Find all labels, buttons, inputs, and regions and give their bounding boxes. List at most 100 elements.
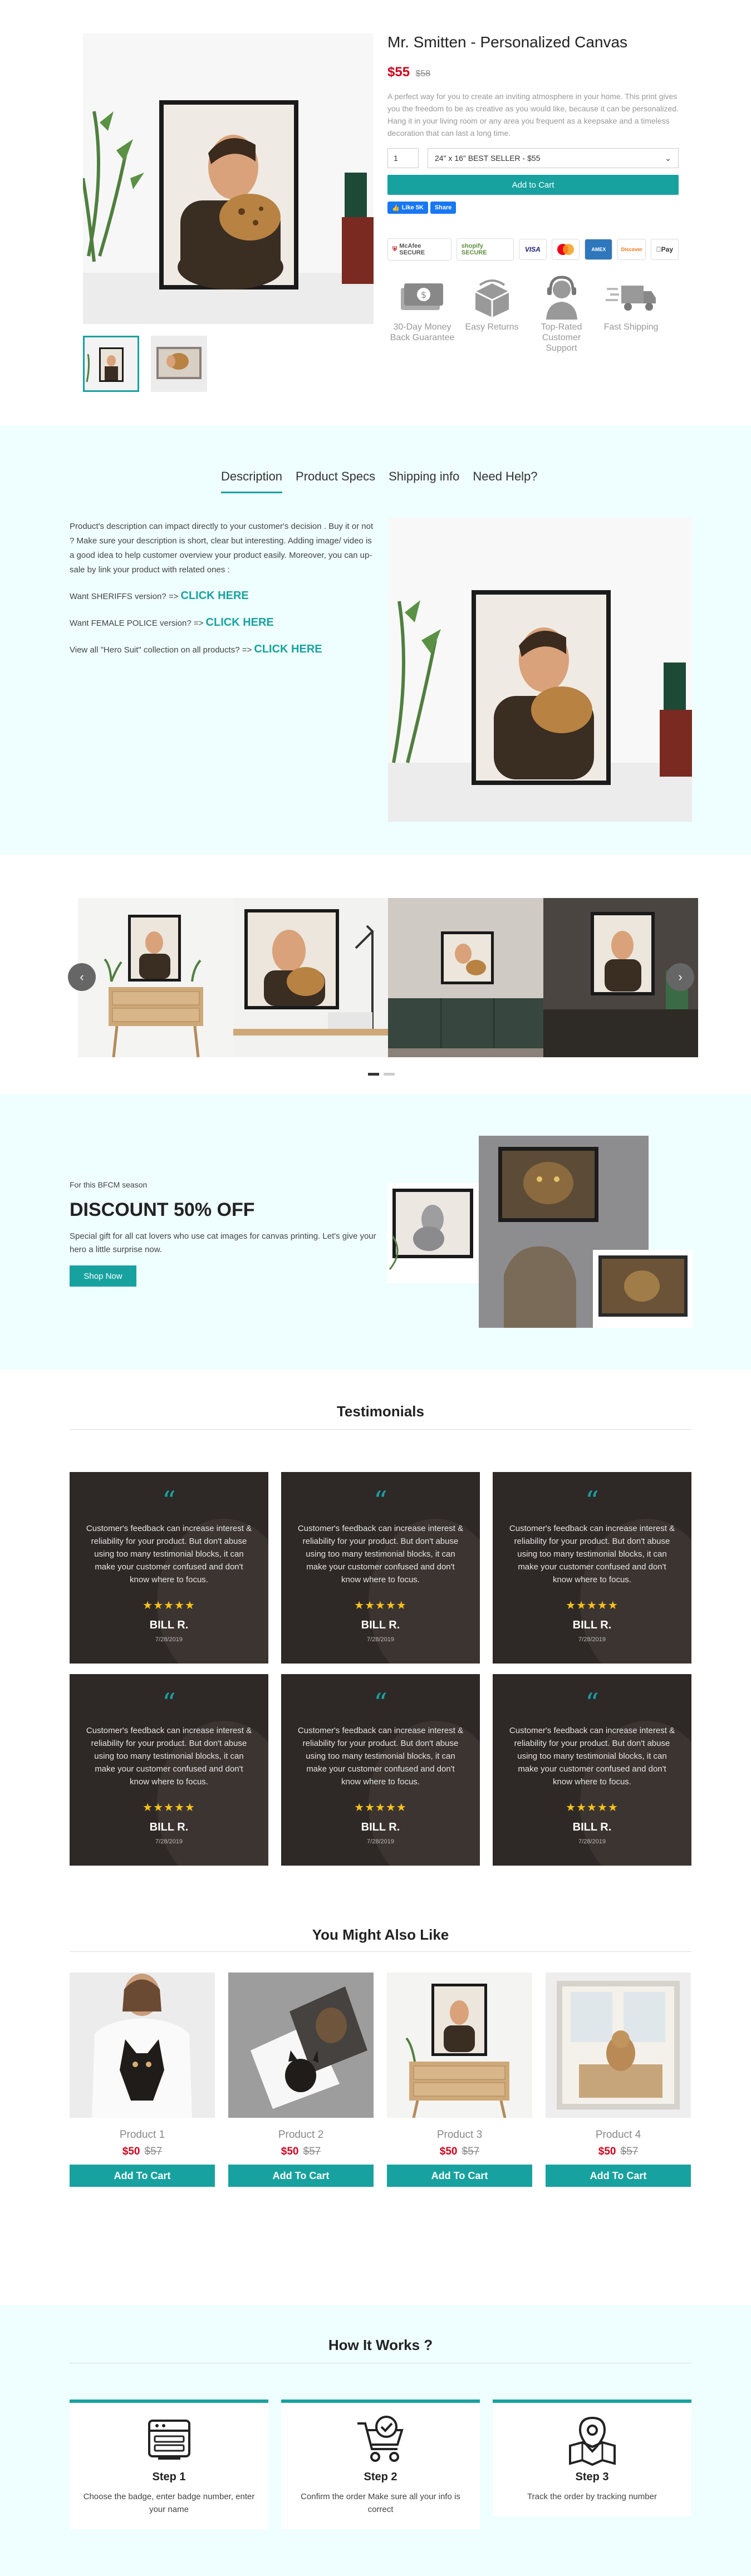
step-text: Choose the badge, enter badge number, en… — [83, 2492, 255, 2514]
discount-collage — [387, 1136, 693, 1328]
feature-support: Top-Rated Customer Support — [527, 273, 596, 354]
testimonial-text: Customer's feedback can increase interes… — [509, 1726, 675, 1787]
product-card-image[interactable] — [546, 1973, 691, 2118]
feature-money-back: $ 30-Day Money Back Guarantee — [387, 273, 457, 354]
product-thumbnail-2[interactable] — [151, 336, 207, 392]
product-card-price: $50 $57 — [439, 2146, 480, 2157]
options-row: 1 24" x 16" BEST SELLER - $55 ⌄ — [387, 148, 679, 168]
section-divider — [70, 1429, 691, 1430]
step-card: Step 3 Track the order by tracking numbe… — [493, 2400, 691, 2516]
thumbs-up-icon: 👍 — [392, 204, 400, 212]
quote-icon: “ — [374, 1687, 387, 1719]
add-to-cart-button[interactable]: Add To Cart — [70, 2165, 215, 2187]
testimonial-date: 7/28/2019 — [155, 1838, 183, 1845]
star-rating-icon: ★★★★★ — [354, 1802, 407, 1814]
chevron-down-icon: ⌄ — [665, 153, 671, 163]
product-price: $55 — [387, 65, 410, 80]
slide-image — [388, 898, 543, 1057]
product-card-name[interactable]: Product 1 — [70, 2129, 215, 2141]
slider-next-button[interactable]: › — [666, 963, 694, 991]
feature-label: 30-Day Money Back Guarantee — [390, 322, 455, 342]
variant-select-value: 24" x 16" BEST SELLER - $55 — [435, 154, 541, 163]
testimonial-text: Customer's feedback can increase interes… — [86, 1524, 252, 1584]
discount-title: DISCOUNT 50% OFF — [70, 1199, 255, 1220]
returns-box-icon — [457, 273, 527, 322]
testimonial-card: “ Customer's feedback can increase inter… — [70, 1674, 268, 1866]
mastercard-icon — [551, 239, 580, 260]
add-to-cart-button[interactable]: Add To Cart — [387, 2165, 532, 2187]
testimonial-date: 7/28/2019 — [155, 1636, 183, 1643]
product-thumbnail-1[interactable] — [83, 336, 139, 392]
svg-text:$: $ — [420, 290, 426, 300]
testimonial-author: BILL R. — [361, 1821, 400, 1833]
product-old-price: $58 — [415, 69, 431, 78]
tab-need-help[interactable]: Need Help? — [473, 469, 537, 493]
product-card-image[interactable] — [387, 1973, 532, 2118]
testimonial-text: Customer's feedback can increase interes… — [509, 1524, 675, 1584]
product-card: Product 4 $50 $57 Add To Cart — [546, 1973, 691, 2187]
slide-image — [233, 898, 388, 1057]
star-rating-icon: ★★★★★ — [566, 1802, 619, 1814]
product-card: Product 2 $50 $57 Add To Cart — [228, 1973, 374, 2187]
map-pin-icon — [493, 2410, 691, 2471]
amex-icon: AMEX — [585, 239, 613, 260]
quote-icon: “ — [162, 1485, 176, 1517]
product-card: Product 1 $50 $57 Add To Cart — [70, 1973, 215, 2187]
step-text: Confirm the order Make sure all your inf… — [301, 2492, 460, 2514]
testimonial-author: BILL R. — [361, 1619, 400, 1631]
add-to-cart-button[interactable]: Add To Cart — [228, 2165, 374, 2187]
tab-shipping-info[interactable]: Shipping info — [389, 469, 459, 493]
apple-pay-icon: Pay — [650, 239, 679, 260]
description-section: Description Product Specs Shipping info … — [0, 426, 751, 855]
feature-fast-shipping: Fast Shipping — [596, 273, 666, 354]
slider-prev-button[interactable]: ‹ — [68, 963, 96, 991]
shopify-label: shopify SECURE — [461, 243, 487, 256]
variant-select[interactable]: 24" x 16" BEST SELLER - $55 ⌄ — [428, 148, 679, 168]
section-divider — [70, 1951, 691, 1952]
product-card-name[interactable]: Product 4 — [546, 2129, 691, 2141]
product-card-name[interactable]: Product 3 — [387, 2129, 532, 2141]
click-here-link[interactable]: CLICK HERE — [181, 590, 249, 602]
discount-text: For this BFCM season DISCOUNT 50% OFF Sp… — [70, 1180, 392, 1287]
add-to-cart-button[interactable]: Add To Cart — [546, 2165, 691, 2187]
add-to-cart-button[interactable]: Add to Cart — [387, 175, 679, 195]
product-info: Mr. Smitten - Personalized Canvas $55 $5… — [387, 33, 679, 354]
product-card-image[interactable] — [228, 1973, 374, 2118]
product-main-image[interactable] — [83, 33, 374, 324]
product-section: Mr. Smitten - Personalized Canvas $55 $5… — [0, 0, 751, 426]
tab-description[interactable]: Description — [221, 469, 283, 493]
shield-icon: ⛨ — [392, 246, 397, 253]
product-card-price: $50 $57 — [598, 2146, 639, 2157]
quantity-input[interactable]: 1 — [387, 148, 419, 168]
social-buttons: 👍 Like 5K Share — [387, 202, 679, 214]
how-it-works-section: How It Works ? Step 1 Choose the badge, … — [0, 2305, 751, 2576]
shopify-secure-badge: shopify SECURE — [456, 238, 514, 261]
step-card: Step 1 Choose the badge, enter badge num… — [70, 2400, 268, 2529]
click-here-link[interactable]: CLICK HERE — [254, 643, 322, 655]
step-title: Step 2 — [364, 2471, 397, 2483]
visa-icon: VISA — [518, 239, 547, 260]
product-card-price: $50 $57 — [122, 2146, 163, 2157]
testimonial-date: 7/28/2019 — [367, 1838, 394, 1845]
product-tabs: Description Product Specs Shipping info … — [221, 469, 538, 493]
upsell-line: Want SHERIFFS version? => CLICK HERE — [70, 590, 249, 602]
product-card-name[interactable]: Product 2 — [228, 2129, 374, 2141]
shop-now-button[interactable]: Shop Now — [70, 1265, 136, 1287]
product-card-image[interactable] — [70, 1973, 215, 2118]
slide-image — [78, 898, 233, 1057]
facebook-like-button[interactable]: 👍 Like 5K — [387, 202, 428, 214]
facebook-share-button[interactable]: Share — [430, 202, 457, 214]
testimonial-card: “ Customer's feedback can increase inter… — [281, 1674, 480, 1866]
discount-kicker: For this BFCM season — [70, 1180, 148, 1189]
upsell-line: View all "Hero Suit" collection on all p… — [70, 643, 322, 655]
testimonial-author: BILL R. — [149, 1619, 189, 1631]
testimonial-card: “ Customer's feedback can increase inter… — [493, 1472, 691, 1664]
feature-easy-returns: Easy Returns — [457, 273, 527, 354]
slider-dot-1[interactable] — [368, 1073, 379, 1076]
star-rating-icon: ★★★★★ — [143, 1802, 195, 1814]
slider-dots — [368, 1073, 395, 1076]
click-here-link[interactable]: CLICK HERE — [206, 616, 274, 629]
tab-product-specs[interactable]: Product Specs — [296, 469, 375, 493]
slider-dot-2[interactable] — [384, 1073, 395, 1076]
related-title: You Might Also Like — [312, 1926, 449, 1943]
